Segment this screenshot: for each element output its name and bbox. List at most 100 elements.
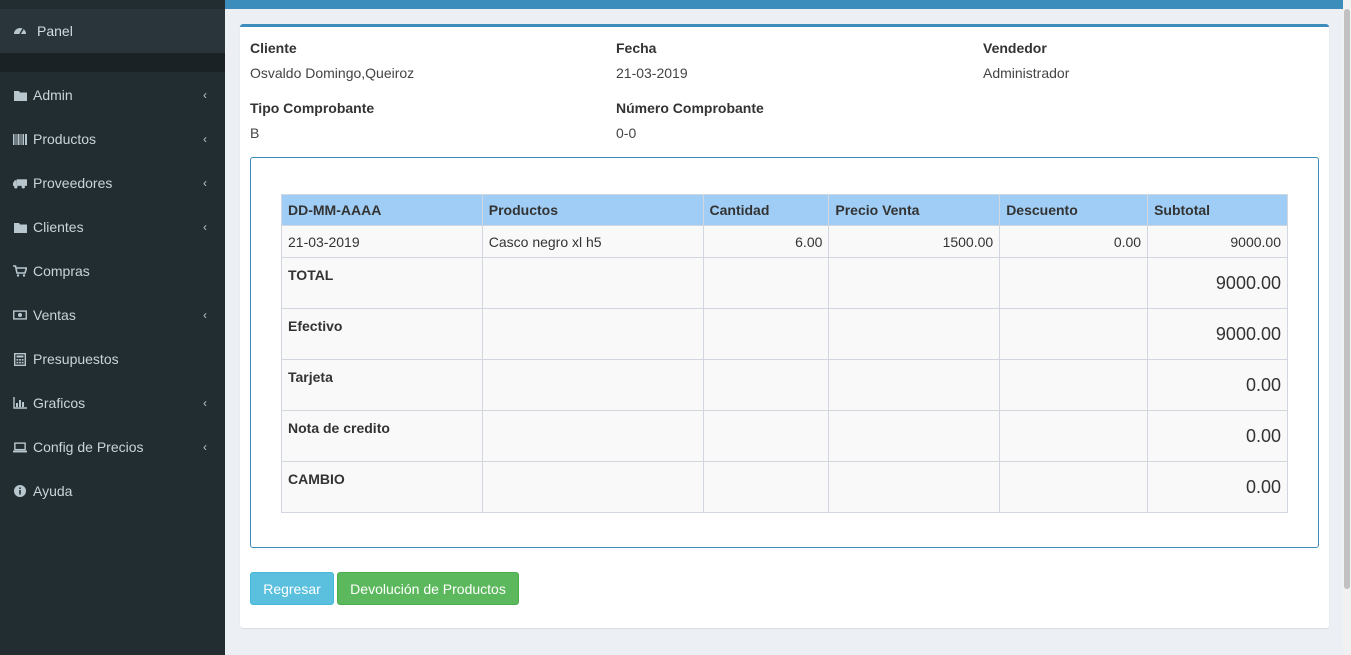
sidebar-item-clientes[interactable]: Clientes ‹ <box>0 205 225 249</box>
table-cell: 1500.00 <box>828 225 1001 258</box>
summary-value: 0.00 <box>1147 410 1288 462</box>
sidebar-item-label: Ayuda <box>33 483 73 499</box>
empty-cell <box>828 257 1001 309</box>
sidebar-item-label: Graficos <box>33 395 86 411</box>
chevron-left-icon: ‹ <box>203 396 207 410</box>
empty-cell <box>702 308 830 360</box>
barcode-icon <box>13 132 27 146</box>
empty-cell <box>999 359 1149 411</box>
empty-cell <box>702 410 830 462</box>
sidebar-item-label: Admin <box>33 87 73 103</box>
column-header: Descuento <box>999 194 1149 226</box>
summary-label: CAMBIO <box>281 461 483 513</box>
chevron-left-icon: ‹ <box>203 220 207 234</box>
fecha-label: Fecha <box>616 40 657 56</box>
empty-cell <box>702 461 830 513</box>
chevron-left-icon: ‹ <box>203 88 207 102</box>
sidebar-item-panel[interactable]: Panel <box>0 9 225 53</box>
empty-cell <box>999 410 1149 462</box>
summary-row-nota-credito: Nota de credito 0.00 <box>281 410 1288 462</box>
empty-cell <box>702 359 830 411</box>
money-icon <box>13 308 27 322</box>
sidebar-item-label: Ventas <box>33 307 76 323</box>
sidebar-item-config-precios[interactable]: Config de Precios ‹ <box>0 425 225 469</box>
numero-comprobante-label: Número Comprobante <box>616 100 764 116</box>
back-button[interactable]: Regresar <box>250 572 334 605</box>
empty-cell <box>828 461 1001 513</box>
summary-row-efectivo: Efectivo 9000.00 <box>281 308 1288 360</box>
sidebar-item-label: Clientes <box>33 219 84 235</box>
summary-row-total: TOTAL 9000.00 <box>281 257 1288 309</box>
empty-cell <box>481 257 704 309</box>
tipo-comprobante-label: Tipo Comprobante <box>250 100 375 116</box>
sidebar-item-presupuestos[interactable]: Presupuestos <box>0 337 225 381</box>
truck-icon <box>13 176 27 190</box>
summary-label: Efectivo <box>281 308 483 360</box>
summary-label: TOTAL <box>281 257 483 309</box>
vendedor-label: Vendedor <box>983 40 1047 56</box>
sale-detail-table: DD-MM-AAAA Productos Cantidad Precio Ven… <box>281 194 1288 513</box>
empty-cell <box>828 359 1001 411</box>
dashboard-icon <box>13 23 27 40</box>
cart-icon <box>13 264 27 278</box>
sidebar-item-label: Compras <box>33 263 90 279</box>
cliente-value: Osvaldo Domingo,Queiroz <box>250 65 415 81</box>
empty-cell <box>481 308 704 360</box>
tipo-comprobante-value: B <box>250 125 260 141</box>
column-header: Productos <box>481 194 704 226</box>
table-cell: 0.00 <box>999 225 1149 258</box>
folder-icon <box>13 88 27 102</box>
sidebar-item-proveedores[interactable]: Proveedores ‹ <box>0 161 225 205</box>
column-header: Subtotal <box>1147 194 1288 226</box>
column-header: Cantidad <box>702 194 830 226</box>
sidebar-divider <box>0 53 225 72</box>
table-row: 21-03-2019 Casco negro xl h5 6.00 1500.0… <box>281 225 1288 258</box>
detail-table-box: DD-MM-AAAA Productos Cantidad Precio Ven… <box>250 157 1319 548</box>
table-cell: 6.00 <box>702 225 830 258</box>
summary-row-tarjeta: Tarjeta 0.00 <box>281 359 1288 411</box>
summary-row-cambio: CAMBIO 0.00 <box>281 461 1288 513</box>
sidebar: Panel Admin ‹ Productos ‹ Proveedores ‹ … <box>0 0 225 655</box>
bar-chart-icon <box>13 396 27 410</box>
table-cell: 9000.00 <box>1147 225 1288 258</box>
chevron-left-icon: ‹ <box>203 132 207 146</box>
table-header-row: DD-MM-AAAA Productos Cantidad Precio Ven… <box>281 194 1288 226</box>
sidebar-item-compras[interactable]: Compras <box>0 249 225 293</box>
page-scrollbar[interactable] <box>1343 0 1351 655</box>
summary-label: Tarjeta <box>281 359 483 411</box>
sidebar-item-label: Proveedores <box>33 175 113 191</box>
numero-comprobante-value: 0-0 <box>616 125 637 141</box>
empty-cell <box>481 461 704 513</box>
empty-cell <box>702 257 830 309</box>
sidebar-item-productos[interactable]: Productos ‹ <box>0 117 225 161</box>
empty-cell <box>999 308 1149 360</box>
sidebar-item-admin[interactable]: Admin ‹ <box>0 73 225 117</box>
summary-value: 0.00 <box>1147 359 1288 411</box>
return-products-button[interactable]: Devolución de Productos <box>337 572 519 605</box>
chevron-left-icon: ‹ <box>203 440 207 454</box>
laptop-icon <box>13 440 27 454</box>
summary-value: 0.00 <box>1147 461 1288 513</box>
sidebar-item-label: Panel <box>37 23 73 39</box>
info-icon <box>13 484 27 498</box>
empty-cell <box>999 461 1149 513</box>
chevron-left-icon: ‹ <box>203 176 207 190</box>
table-cell: Casco negro xl h5 <box>481 225 704 258</box>
sidebar-item-label: Config de Precios <box>33 439 144 455</box>
chevron-left-icon: ‹ <box>203 308 207 322</box>
column-header: DD-MM-AAAA <box>281 194 483 226</box>
summary-label: Nota de credito <box>281 410 483 462</box>
sidebar-item-ventas[interactable]: Ventas ‹ <box>0 293 225 337</box>
summary-value: 9000.00 <box>1147 257 1288 309</box>
empty-cell <box>828 410 1001 462</box>
folder-icon <box>13 220 27 234</box>
sidebar-item-label: Presupuestos <box>33 351 119 367</box>
vendedor-value: Administrador <box>983 65 1070 81</box>
summary-value: 9000.00 <box>1147 308 1288 360</box>
table-cell: 21-03-2019 <box>281 225 483 258</box>
empty-cell <box>999 257 1149 309</box>
scrollbar-thumb[interactable] <box>1344 9 1350 589</box>
column-header: Precio Venta <box>828 194 1001 226</box>
sidebar-item-graficos[interactable]: Graficos ‹ <box>0 381 225 425</box>
sidebar-item-ayuda[interactable]: Ayuda <box>0 469 225 513</box>
